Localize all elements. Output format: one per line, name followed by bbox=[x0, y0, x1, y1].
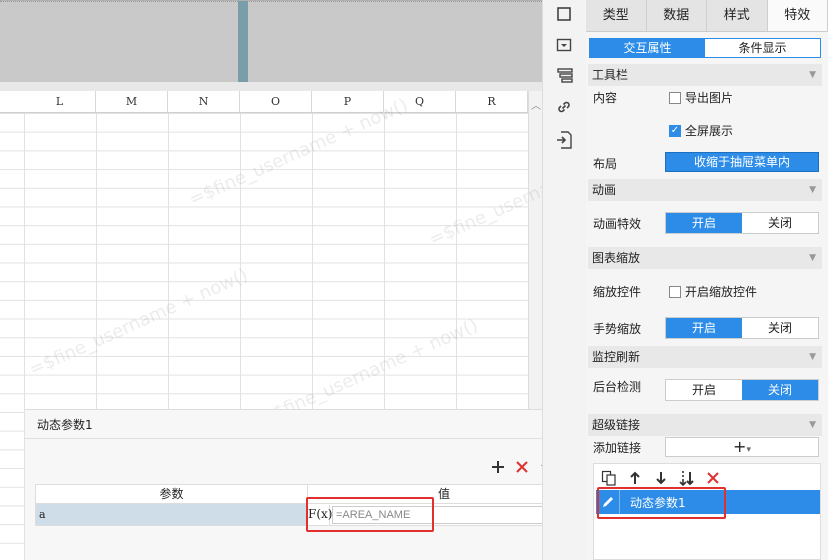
content-label: 内容 bbox=[593, 91, 618, 105]
param-panel-title: 动态参数1 bbox=[37, 418, 93, 432]
section-title: 图表缩放 bbox=[592, 251, 641, 265]
background-check-toggle: 开启 关闭 bbox=[665, 379, 819, 401]
tab-type[interactable]: 类型 bbox=[586, 0, 647, 31]
column-header-o[interactable]: O bbox=[240, 91, 312, 113]
param-key-cell[interactable]: a bbox=[36, 504, 308, 525]
column-header-r[interactable]: R bbox=[456, 91, 528, 113]
section-title: 超级链接 bbox=[592, 418, 641, 432]
gesture-off-option[interactable]: 关闭 bbox=[742, 318, 818, 338]
sheet-top-band bbox=[0, 82, 542, 91]
tab-data[interactable]: 数据 bbox=[647, 0, 707, 31]
move-up-icon[interactable] bbox=[626, 469, 644, 487]
animation-off-option[interactable]: 关闭 bbox=[742, 213, 818, 233]
column-header-n[interactable]: N bbox=[168, 91, 240, 113]
column-header-q[interactable]: Q bbox=[384, 91, 456, 113]
fullscreen-checkbox[interactable]: ✓ 全屏展示 bbox=[669, 122, 733, 139]
section-animation[interactable]: 动画 ▼ bbox=[588, 179, 822, 201]
sort-icon[interactable] bbox=[678, 469, 696, 487]
add-link-symbol: + bbox=[733, 437, 747, 456]
background-check-label: 后台检测 bbox=[593, 380, 642, 394]
tab-style[interactable]: 样式 bbox=[707, 0, 768, 31]
add-link-button[interactable]: +▾ bbox=[665, 437, 819, 457]
column-header-p[interactable]: P bbox=[312, 91, 384, 113]
gesture-zoom-label: 手势缩放 bbox=[593, 322, 642, 336]
dropdown-widget-icon[interactable] bbox=[556, 37, 574, 55]
delete-icon[interactable] bbox=[513, 458, 531, 476]
import-icon[interactable] bbox=[556, 131, 574, 149]
layout-drawer-button[interactable]: 收缩于抽屉菜单内 bbox=[665, 152, 819, 172]
section-title: 监控刷新 bbox=[592, 350, 641, 364]
checkbox-checked-icon[interactable]: ✓ bbox=[669, 124, 681, 137]
component-icon-strip bbox=[542, 0, 586, 560]
animation-on-option[interactable]: 开启 bbox=[666, 213, 742, 233]
chevron-down-icon: ▼ bbox=[809, 253, 816, 263]
gesture-zoom-toggle: 开启 关闭 bbox=[665, 317, 819, 339]
section-title: 工具栏 bbox=[592, 68, 629, 82]
tab-effects[interactable]: 特效 bbox=[767, 0, 828, 31]
add-icon[interactable] bbox=[489, 458, 507, 476]
property-panel: 类型 数据 样式 特效 交互属性 条件显示 工具栏 ▼ 内容 导出图片 ✓ 全屏… bbox=[586, 0, 828, 560]
section-title: 动画 bbox=[592, 183, 617, 197]
animation-effect-label: 动画特效 bbox=[593, 217, 642, 231]
subtab-conditional-display[interactable]: 条件显示 bbox=[705, 39, 820, 57]
column-header-l[interactable]: L bbox=[24, 91, 96, 113]
subtab-interaction[interactable]: 交互属性 bbox=[590, 39, 705, 57]
section-monitor-refresh[interactable]: 监控刷新 ▼ bbox=[588, 346, 822, 368]
delete-icon[interactable] bbox=[704, 469, 722, 487]
move-down-icon[interactable] bbox=[652, 469, 670, 487]
scroll-up-icon[interactable]: ︿ bbox=[531, 97, 541, 112]
dynamic-param-panel: 动态参数1 参数 值 a F(x) =AREA_NAME bbox=[25, 409, 593, 560]
chevron-down-icon: ▼ bbox=[809, 420, 816, 430]
gesture-on-option[interactable]: 开启 bbox=[666, 318, 742, 338]
report-canvas-top bbox=[0, 0, 542, 83]
chevron-down-icon: ▼ bbox=[809, 70, 816, 80]
column-header-row: L M N O P Q R bbox=[0, 91, 528, 113]
param-panel-divider bbox=[25, 438, 593, 439]
chevron-down-icon: ▼ bbox=[809, 352, 816, 362]
layout-label: 布局 bbox=[593, 157, 618, 171]
canvas-dotted-edge bbox=[0, 1, 542, 3]
param-column-header: 参数 bbox=[36, 485, 308, 503]
enable-zoom-control-label: 开启缩放控件 bbox=[685, 285, 758, 299]
add-link-label: 添加链接 bbox=[593, 441, 642, 455]
cell-element-icon[interactable] bbox=[556, 6, 574, 24]
fullscreen-label: 全屏展示 bbox=[685, 124, 734, 138]
section-chart-zoom[interactable]: 图表缩放 ▼ bbox=[588, 247, 822, 269]
checkbox-unchecked-icon[interactable] bbox=[669, 91, 681, 104]
chart-component-marker[interactable] bbox=[238, 1, 248, 83]
checkbox-unchecked-icon[interactable] bbox=[669, 285, 681, 298]
zoom-control-label: 缩放控件 bbox=[593, 285, 642, 299]
effect-subtabs: 交互属性 条件显示 bbox=[589, 38, 821, 58]
copy-icon[interactable] bbox=[600, 469, 618, 487]
column-header-m[interactable]: M bbox=[96, 91, 168, 113]
enable-zoom-control-checkbox[interactable]: 开启缩放控件 bbox=[669, 283, 757, 300]
chevron-down-icon: ▼ bbox=[809, 185, 816, 195]
link-icon[interactable] bbox=[556, 99, 574, 117]
hyperlink-list-toolbar bbox=[600, 469, 722, 487]
monitor-off-option[interactable]: 关闭 bbox=[742, 380, 818, 400]
export-image-checkbox[interactable]: 导出图片 bbox=[669, 89, 733, 106]
chevron-down-icon: ▾ bbox=[746, 445, 751, 455]
layer-list-icon[interactable] bbox=[556, 67, 574, 85]
animation-toggle: 开启 关闭 bbox=[665, 212, 819, 234]
highlight-box bbox=[597, 487, 726, 519]
monitor-on-option[interactable]: 开启 bbox=[666, 380, 742, 400]
section-toolbar[interactable]: 工具栏 ▼ bbox=[588, 64, 822, 86]
export-image-label: 导出图片 bbox=[685, 91, 734, 105]
highlight-box bbox=[306, 497, 434, 532]
section-hyperlink[interactable]: 超级链接 ▼ bbox=[588, 414, 822, 436]
property-tabs: 类型 数据 样式 特效 bbox=[586, 0, 828, 32]
